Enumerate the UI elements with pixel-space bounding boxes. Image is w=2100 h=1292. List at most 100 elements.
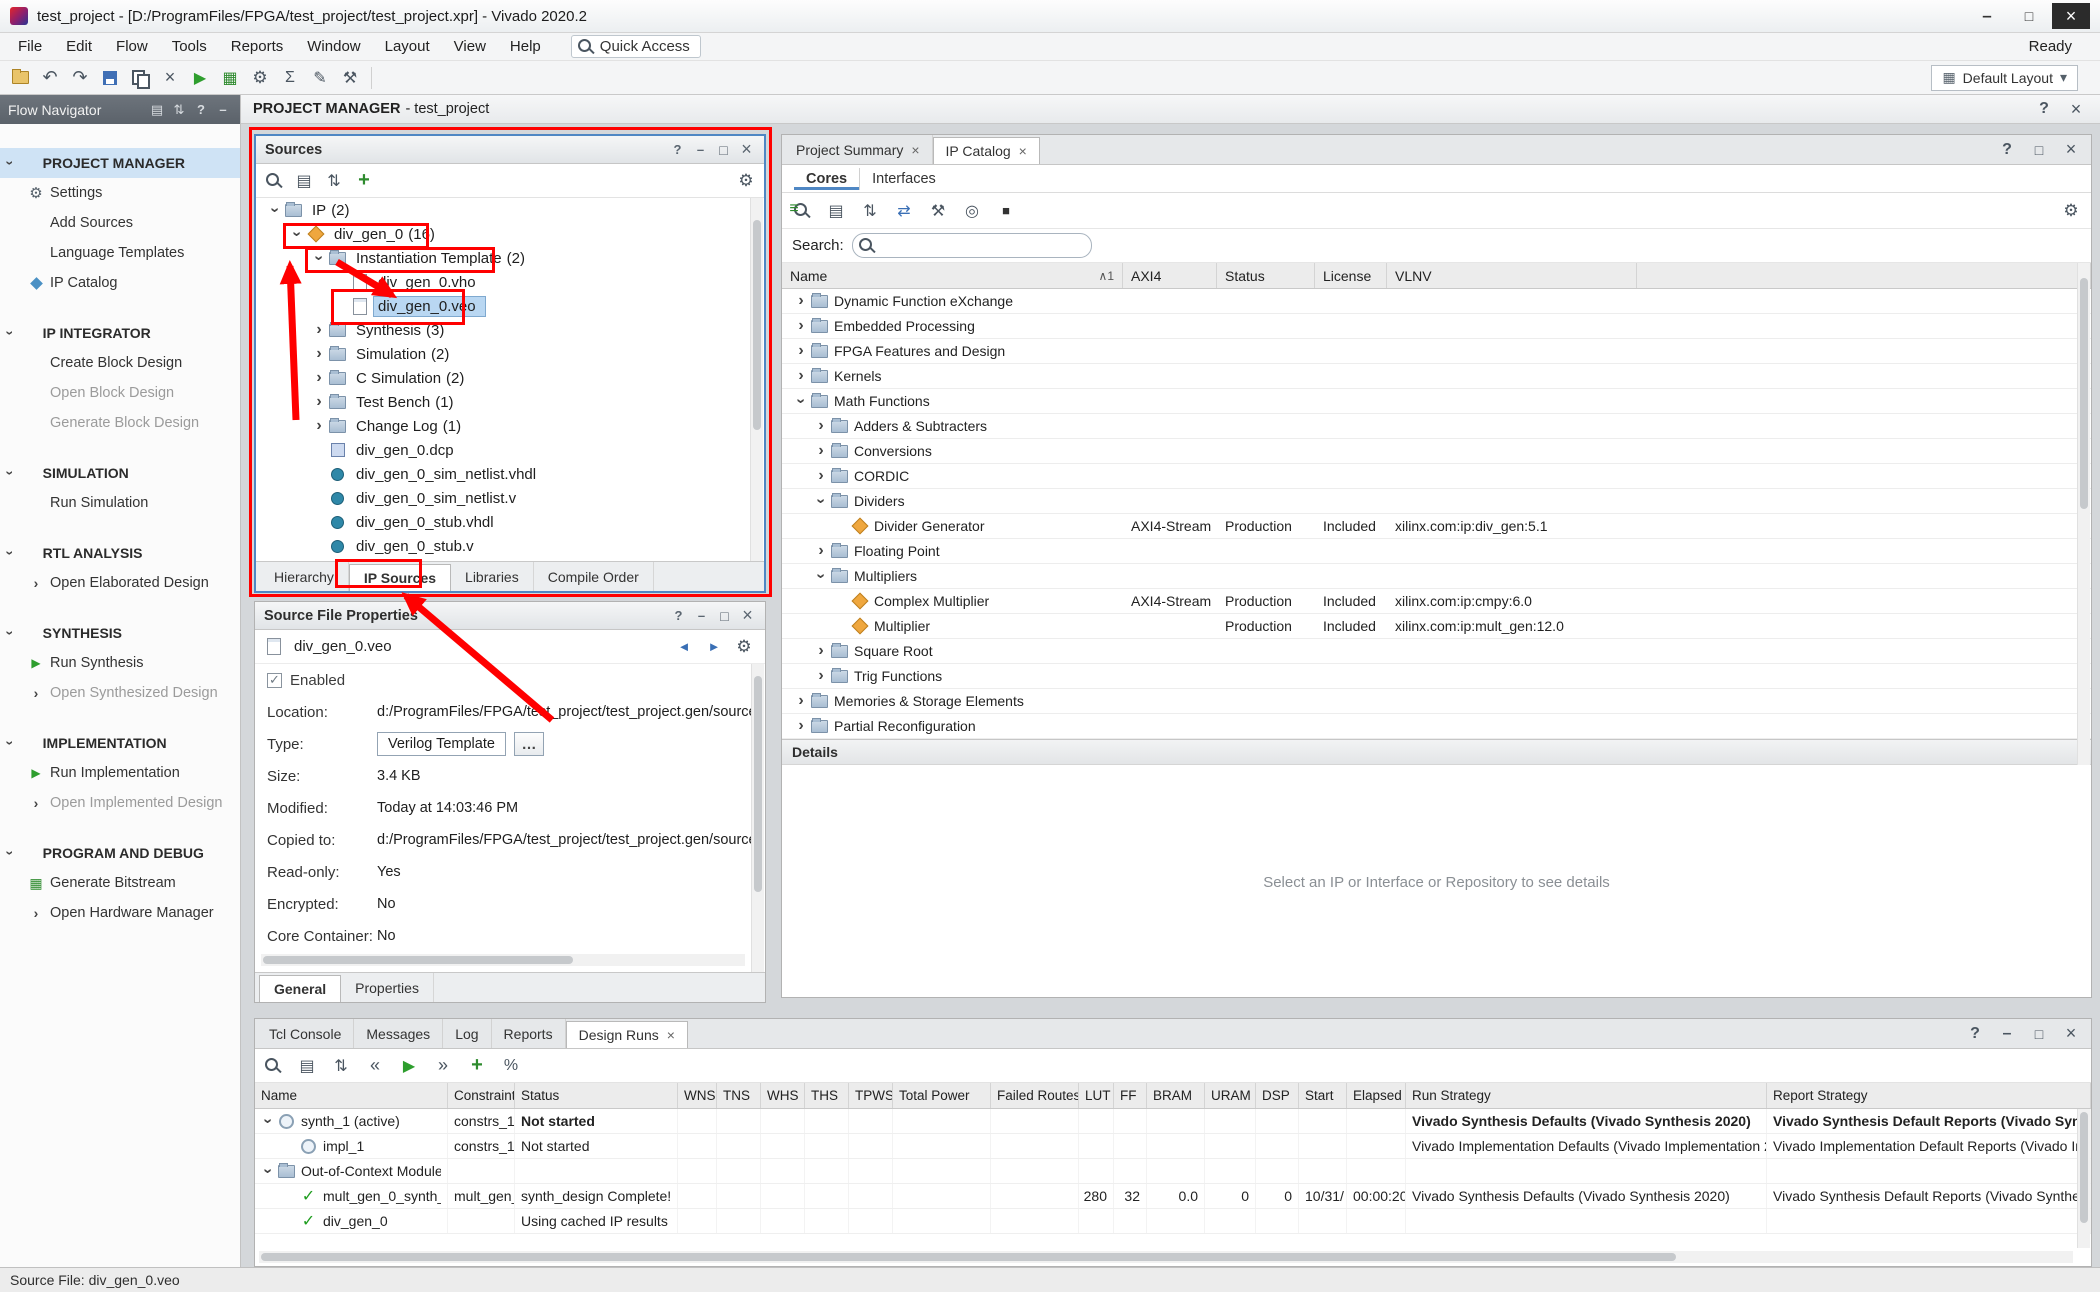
column-header-license[interactable]: License xyxy=(1315,263,1387,288)
expander-icon[interactable] xyxy=(310,343,328,365)
catalog-row[interactable]: Floating Point xyxy=(782,539,2091,564)
expander-icon[interactable] xyxy=(812,565,830,587)
edit-icon[interactable] xyxy=(308,66,332,90)
add-sources-icon[interactable] xyxy=(352,169,376,193)
minimize-icon[interactable] xyxy=(692,141,709,158)
sources-panel-header[interactable]: Sources xyxy=(256,136,764,164)
design-runs-column-header[interactable]: Status xyxy=(515,1083,678,1108)
details-toggle-icon[interactable] xyxy=(994,199,1018,223)
close-icon[interactable] xyxy=(2059,1022,2083,1046)
menu-item[interactable]: Reports xyxy=(219,35,296,58)
expander-icon[interactable] xyxy=(792,315,810,337)
menu-item[interactable]: Window xyxy=(295,35,372,58)
customize-icon[interactable] xyxy=(926,199,950,223)
design-runs-column-header[interactable]: LUT xyxy=(1079,1083,1114,1108)
help-icon[interactable] xyxy=(2032,97,2056,121)
catalog-row[interactable]: Multiplier Production Included xilinx.co… xyxy=(782,614,2091,639)
design-runs-column-header[interactable]: Constraints xyxy=(448,1083,515,1108)
expand-all-icon[interactable] xyxy=(322,169,346,193)
flow-navigator-entry[interactable]: IP Catalog xyxy=(0,268,240,298)
tree-item[interactable]: div_gen_0_stub.v xyxy=(256,534,750,558)
expand-all-icon[interactable] xyxy=(329,1054,353,1078)
open-project-icon[interactable] xyxy=(8,66,32,90)
filter-icon[interactable] xyxy=(960,199,984,223)
sources-view-tab[interactable]: IP Sources xyxy=(349,564,451,591)
window-maximize-button[interactable] xyxy=(2010,3,2048,29)
float-icon[interactable] xyxy=(2027,138,2051,162)
expander-icon[interactable] xyxy=(310,247,328,269)
catalog-row[interactable]: Trig Functions xyxy=(782,664,2091,689)
expander-icon[interactable] xyxy=(310,535,328,557)
close-icon[interactable] xyxy=(738,141,755,158)
minimize-icon[interactable] xyxy=(693,607,710,624)
expander-icon[interactable] xyxy=(332,295,350,317)
column-header-axi4[interactable]: AXI4 xyxy=(1123,263,1217,288)
sources-view-tab[interactable]: Hierarchy xyxy=(260,562,349,591)
tree-item[interactable]: div_gen_0.veo xyxy=(256,294,750,318)
undo-icon[interactable] xyxy=(38,66,62,90)
expander-icon[interactable] xyxy=(310,439,328,461)
help-icon[interactable] xyxy=(1995,138,2019,162)
expander-icon[interactable] xyxy=(812,665,830,687)
expander-icon[interactable] xyxy=(792,690,810,712)
catalog-row[interactable]: FPGA Features and Design xyxy=(782,339,2091,364)
repository-icon[interactable] xyxy=(892,199,916,223)
expander-icon[interactable] xyxy=(812,440,830,462)
design-runs-column-header[interactable]: Report Strategy xyxy=(1767,1083,2091,1108)
copy-icon[interactable] xyxy=(128,66,152,90)
expander-icon[interactable] xyxy=(310,319,328,341)
design-runs-column-header[interactable]: Start xyxy=(1299,1083,1347,1108)
expander-icon[interactable] xyxy=(259,1110,277,1132)
catalog-row[interactable]: Conversions xyxy=(782,439,2091,464)
properties-hscrollbar[interactable] xyxy=(261,954,745,966)
design-runs-column-header[interactable]: BRAM xyxy=(1147,1083,1205,1108)
console-tab[interactable]: Reports xyxy=(492,1019,566,1048)
design-run-row[interactable]: div_gen_0 Using cached IP results xyxy=(255,1209,2091,1234)
redo-icon[interactable] xyxy=(68,66,92,90)
flow-navigator-entry[interactable]: Run Implementation xyxy=(0,758,240,788)
console-tab[interactable]: Tcl Console xyxy=(257,1019,354,1048)
window-close-button[interactable] xyxy=(2052,3,2090,29)
column-header-vlnv[interactable]: VLNV xyxy=(1387,263,1637,288)
menu-item[interactable]: File xyxy=(6,35,54,58)
flow-navigator-entry[interactable]: Settings xyxy=(0,178,240,208)
create-runs-icon[interactable] xyxy=(465,1054,489,1078)
flow-navigator-entry[interactable]: Add Sources xyxy=(0,208,240,238)
menu-item[interactable]: View xyxy=(442,35,498,58)
design-runs-column-header[interactable]: DSP xyxy=(1256,1083,1299,1108)
tab-close-icon[interactable] xyxy=(911,142,919,158)
expander-icon[interactable] xyxy=(310,391,328,413)
design-runs-hscrollbar[interactable] xyxy=(259,1251,2073,1263)
catalog-row[interactable]: Kernels xyxy=(782,364,2091,389)
help-icon[interactable] xyxy=(670,607,687,624)
expander-icon[interactable] xyxy=(832,590,850,612)
flow-navigator-entry[interactable]: RTL ANALYSIS xyxy=(0,538,240,568)
expander-icon[interactable] xyxy=(310,415,328,437)
expander-icon[interactable] xyxy=(310,367,328,389)
details-header[interactable]: Details xyxy=(782,739,2091,765)
catalog-row[interactable]: Square Root xyxy=(782,639,2091,664)
expander-icon[interactable] xyxy=(332,271,350,293)
run-icon[interactable] xyxy=(188,66,212,90)
flow-navigator-entry[interactable]: Open Synthesized Design xyxy=(0,678,240,708)
tree-item[interactable]: div_gen_0_sim_netlist.v xyxy=(256,486,750,510)
flow-navigator-entry[interactable]: IMPLEMENTATION xyxy=(0,728,240,758)
catalog-row[interactable]: Dynamic Function eXchange xyxy=(782,289,2091,314)
delete-icon[interactable] xyxy=(158,66,182,90)
menu-item[interactable]: Flow xyxy=(104,35,160,58)
minimize-icon[interactable] xyxy=(1995,1022,2019,1046)
catalog-row[interactable]: Memories & Storage Elements xyxy=(782,689,2091,714)
design-runs-column-header[interactable]: Name xyxy=(255,1083,448,1108)
design-runs-column-header[interactable]: WNS xyxy=(678,1083,717,1108)
sources-scrollbar[interactable] xyxy=(750,198,763,561)
expander-icon[interactable] xyxy=(792,340,810,362)
tree-item[interactable]: Test Bench(1) xyxy=(256,390,750,414)
run-icon[interactable] xyxy=(397,1054,421,1078)
catalog-row[interactable]: Complex Multiplier AXI4-Stream Productio… xyxy=(782,589,2091,614)
catalog-row[interactable]: Multipliers xyxy=(782,564,2091,589)
flow-navigator-entry[interactable]: PROGRAM AND DEBUG xyxy=(0,838,240,868)
expander-icon[interactable] xyxy=(812,490,830,512)
design-runs-column-header[interactable]: Failed Routes xyxy=(991,1083,1079,1108)
flow-navigator-entry[interactable]: SYNTHESIS xyxy=(0,618,240,648)
console-tab[interactable]: Log xyxy=(443,1019,491,1048)
